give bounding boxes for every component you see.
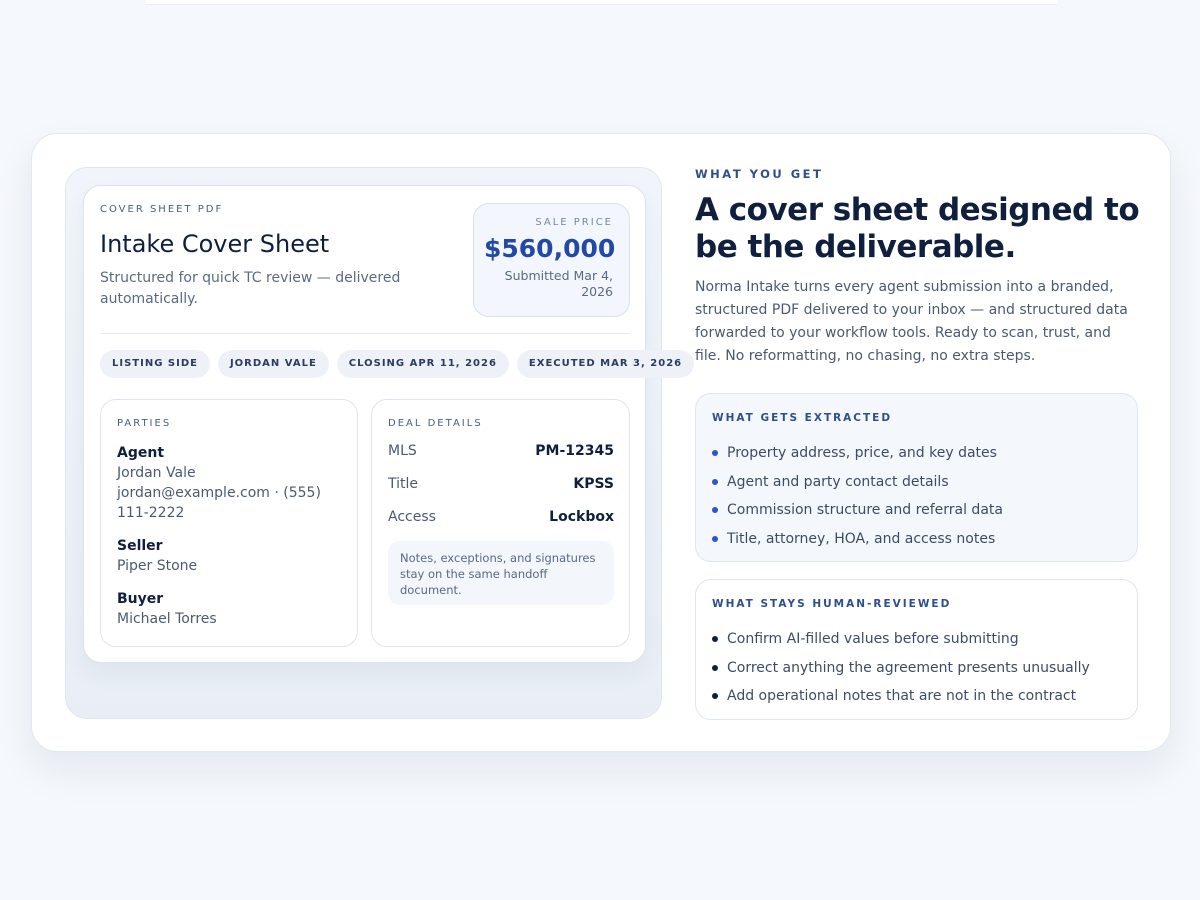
list-item: Correct anything the agreement presents …: [712, 654, 1090, 683]
tag-closing-date: CLOSING APR 11, 2026: [336, 350, 509, 378]
section-body: Norma Intake turns every agent submissio…: [695, 279, 1128, 364]
human-reviewed-box: WHAT STAYS HUMAN-REVIEWED Confirm AI-fil…: [695, 579, 1138, 720]
section-eyebrow: WHAT YOU GET: [695, 167, 824, 181]
bullet-dot-icon: [712, 636, 718, 642]
party-name: Michael Torres: [117, 611, 217, 627]
bullet-dot-icon: [712, 450, 718, 456]
divider: [100, 333, 630, 334]
extracted-list: Property address, price, and key dates A…: [712, 439, 1003, 553]
feature-card: COVER SHEET PDF Intake Cover Sheet Struc…: [31, 133, 1171, 752]
cover-sheet-title: Intake Cover Sheet: [100, 230, 330, 258]
party-role: Agent: [117, 445, 165, 461]
party-contact: jordan@example.com · (555) 111-2222: [117, 485, 321, 521]
section-title: A cover sheet designed to be the deliver…: [695, 192, 1140, 265]
bullet-dot-icon: [712, 535, 718, 542]
extracted-box: WHAT GETS EXTRACTED Property address, pr…: [695, 393, 1138, 562]
tag-executed-date: EXECUTED MAR 3, 2026: [516, 350, 695, 378]
deal-details-panel: DEAL DETAILS MLS PM-12345 Title KPSS Acc…: [371, 399, 630, 647]
sale-price-label: SALE PRICE: [535, 217, 613, 228]
deal-row-value: KPSS: [573, 476, 614, 492]
human-reviewed-list: Confirm AI-filled values before submitti…: [712, 625, 1090, 711]
sale-price-box: SALE PRICE $560,000 Submitted Mar 4, 202…: [473, 203, 630, 317]
deal-row-value: Lockbox: [549, 509, 614, 525]
top-strip: [145, 0, 1057, 5]
list-item: Confirm AI-filled values before submitti…: [712, 625, 1090, 654]
cover-sheet-preview: COVER SHEET PDF Intake Cover Sheet Struc…: [65, 167, 695, 719]
bullet-dot-icon: [712, 478, 718, 485]
sale-price-value: $560,000: [484, 234, 616, 263]
party-agent: Agent Jordan Vale jordan@example.com · (…: [117, 443, 343, 523]
deal-row-access: Access Lockbox: [388, 509, 614, 525]
tag-row: LISTING SIDE JORDAN VALE CLOSING APR 11,…: [100, 350, 695, 378]
parties-heading: PARTIES: [117, 418, 172, 429]
deal-row-value: PM-12345: [535, 443, 614, 459]
tag-agent: JORDAN VALE: [217, 350, 329, 378]
tag-listing-side: LISTING SIDE: [100, 350, 210, 378]
submitted-date: Submitted Mar 4, 2026: [504, 268, 613, 299]
party-seller: Seller Piper Stone: [117, 536, 343, 576]
deal-row-label: Access: [388, 509, 436, 525]
list-item-text: Agent and party contact details: [727, 473, 949, 490]
party-buyer: Buyer Michael Torres: [117, 589, 343, 629]
list-item: Property address, price, and key dates: [712, 439, 1003, 468]
deal-details-heading: DEAL DETAILS: [388, 418, 483, 429]
bullet-dot-icon: [712, 507, 718, 513]
list-item-text: Property address, price, and key dates: [727, 445, 997, 461]
list-item: Add operational notes that are not in th…: [712, 682, 1090, 711]
deal-row-title: Title KPSS: [388, 476, 614, 492]
party-role: Buyer: [117, 591, 164, 607]
deal-row-label: Title: [388, 476, 419, 492]
cover-sheet: COVER SHEET PDF Intake Cover Sheet Struc…: [83, 185, 695, 663]
list-item-text: Title, attorney, HOA, and access notes: [727, 530, 996, 547]
deal-row-mls: MLS PM-12345: [388, 443, 614, 459]
list-item: Agent and party contact details: [712, 468, 1003, 497]
party-role: Seller: [117, 538, 163, 554]
bullet-dot-icon: [712, 693, 718, 699]
cover-sheet-eyebrow: COVER SHEET PDF: [100, 204, 224, 215]
parties-panel: PARTIES Agent Jordan Vale jordan@example…: [100, 399, 358, 647]
human-reviewed-heading: WHAT STAYS HUMAN-REVIEWED: [712, 598, 952, 610]
bullet-dot-icon: [712, 664, 718, 671]
list-item: Title, attorney, HOA, and access notes: [712, 525, 1003, 554]
extracted-heading: WHAT GETS EXTRACTED: [712, 412, 893, 424]
list-item-text: Confirm AI-filled values before submitti…: [727, 631, 1019, 647]
party-name: Jordan Vale: [117, 465, 196, 481]
deal-note: Notes, exceptions, and signatures stay o…: [388, 541, 614, 605]
cover-sheet-subtitle: Structured for quick TC review — deliver…: [100, 270, 401, 307]
list-item-text: Add operational notes that are not in th…: [727, 688, 1077, 704]
list-item-text: Commission structure and referral data: [727, 502, 1003, 518]
list-item-text: Correct anything the agreement presents …: [727, 659, 1090, 676]
deal-row-label: MLS: [388, 443, 417, 459]
list-item: Commission structure and referral data: [712, 496, 1003, 525]
party-name: Piper Stone: [117, 558, 198, 574]
